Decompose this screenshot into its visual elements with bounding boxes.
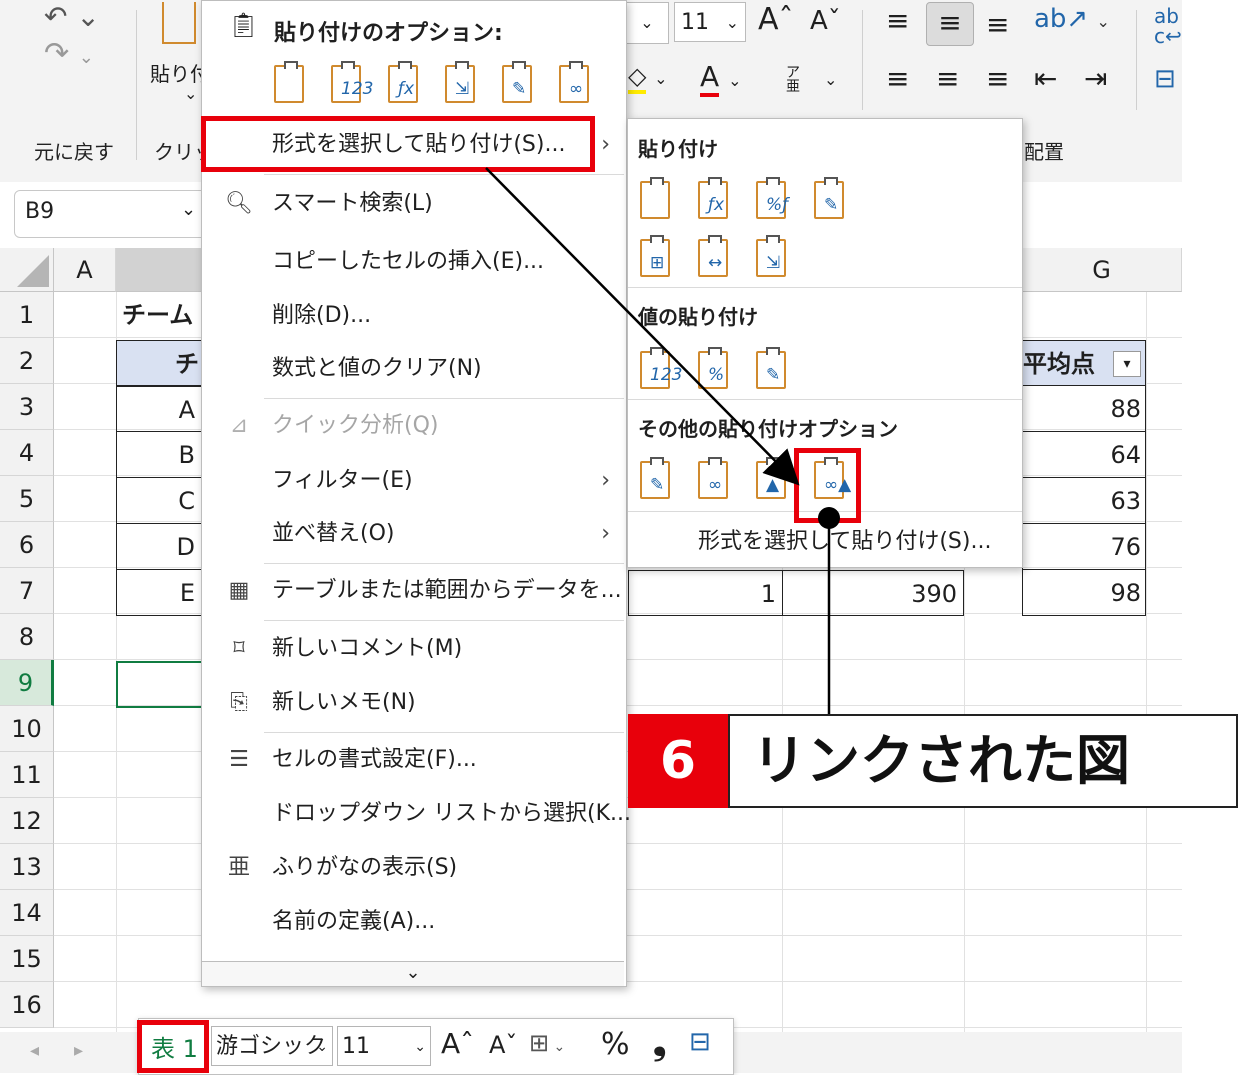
mini-number-format-icon[interactable]: ⊞ ⌄ — [529, 1029, 565, 1057]
mini-toolbar: 表 1 游ゴシック ⌄ 11 ⌄ Aˆ Aˇ ⊞ ⌄ % ❟ ⊟ — [138, 1018, 734, 1075]
mini-percent-icon[interactable]: % — [601, 1027, 630, 1062]
step-number-badge: 6 — [628, 714, 728, 808]
mini-merge-icon[interactable]: ⊟ — [689, 1027, 711, 1057]
callout-dot — [818, 507, 840, 529]
annotation-overlay — [485, 167, 840, 714]
scroll-tabs-right-icon[interactable]: ▸ — [74, 1040, 83, 1061]
mini-increase-font-icon[interactable]: Aˆ — [441, 1027, 474, 1060]
callout-arrow — [485, 167, 800, 486]
step-label: リンクされた図 — [728, 714, 1238, 808]
mini-comma-icon[interactable]: ❟ — [653, 1023, 666, 1063]
highlight-sheet-tab — [137, 1020, 209, 1073]
mini-font-dropdown[interactable]: 游ゴシック ⌄ — [211, 1026, 333, 1066]
mini-decrease-font-icon[interactable]: Aˇ — [489, 1031, 517, 1059]
scroll-tabs-left-icon[interactable]: ◂ — [30, 1040, 39, 1061]
mini-size-dropdown[interactable]: 11 ⌄ — [337, 1026, 431, 1066]
